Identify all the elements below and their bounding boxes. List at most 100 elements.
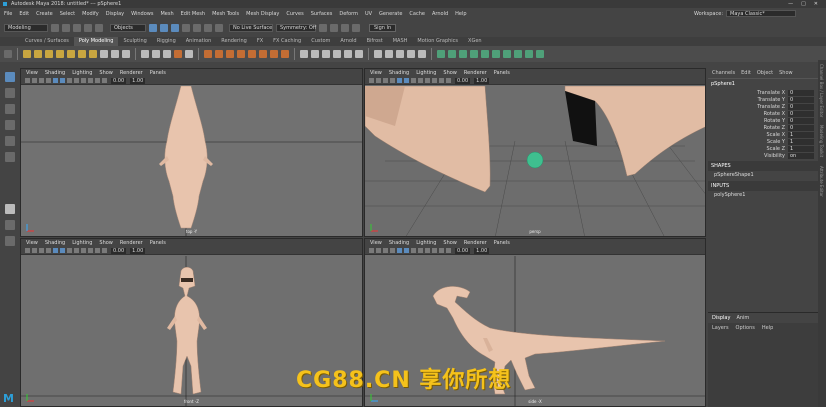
side-tab-channel-box[interactable]: Channel Box / Layer Editor: [818, 60, 825, 121]
select-tool-icon[interactable]: [4, 72, 15, 82]
poly-plane-icon[interactable]: [78, 50, 86, 58]
panel-menu-view[interactable]: View: [26, 70, 38, 76]
rotate-tool-icon[interactable]: [4, 136, 15, 146]
layers-menu[interactable]: Layers: [712, 325, 729, 331]
isolate-select-icon[interactable]: [439, 248, 444, 253]
shelf-tab-curves-surfaces[interactable]: Curves / Surfaces: [20, 37, 74, 46]
ambient-occlusion-icon[interactable]: [88, 78, 93, 83]
scale-tool-icon[interactable]: [4, 152, 15, 162]
bookmark-icon[interactable]: [376, 248, 381, 253]
xray-icon[interactable]: [102, 78, 107, 83]
menu-generate[interactable]: Generate: [379, 11, 402, 17]
undo-icon[interactable]: [84, 24, 92, 32]
unfold-uv-icon[interactable]: [514, 50, 522, 58]
cut-uv-icon[interactable]: [492, 50, 500, 58]
render-icon[interactable]: [319, 24, 327, 32]
attribute-row[interactable]: Translate Y0: [708, 96, 818, 103]
grid-toggle-icon[interactable]: [46, 248, 51, 253]
extrude-icon[interactable]: [204, 50, 212, 58]
menu-create[interactable]: Create: [36, 11, 53, 17]
outliner-layout-icon[interactable]: [4, 236, 15, 246]
smooth-shade-icon[interactable]: [60, 248, 65, 253]
lights-icon[interactable]: [418, 78, 423, 83]
smooth-shade-icon[interactable]: [60, 78, 65, 83]
panel-menu-renderer[interactable]: Renderer: [464, 70, 487, 76]
attribute-row[interactable]: Rotate X0: [708, 110, 818, 117]
panel-menu-show[interactable]: Show: [99, 240, 113, 246]
shelf-tab-mash[interactable]: MASH: [388, 37, 413, 46]
separate-icon[interactable]: [152, 50, 160, 58]
attribute-row[interactable]: Translate Z0: [708, 103, 818, 110]
attribute-value-field[interactable]: 0: [788, 117, 814, 124]
menu-select[interactable]: Select: [60, 11, 75, 17]
panel-menu-show[interactable]: Show: [443, 240, 457, 246]
shadows-icon[interactable]: [425, 248, 430, 253]
panel-menu-shading[interactable]: Shading: [389, 240, 409, 246]
fill-hole-icon[interactable]: [248, 50, 256, 58]
poly-text-icon[interactable]: [111, 50, 119, 58]
textured-icon[interactable]: [67, 78, 72, 83]
shelf-tab-xgen[interactable]: XGen: [463, 37, 487, 46]
shadows-icon[interactable]: [81, 78, 86, 83]
panel-menu-lighting[interactable]: Lighting: [72, 240, 92, 246]
smooth-shade-icon[interactable]: [404, 78, 409, 83]
panel-menu-view[interactable]: View: [26, 240, 38, 246]
attribute-value-field[interactable]: 1: [788, 145, 814, 152]
sew-uv-icon[interactable]: [503, 50, 511, 58]
bookmark-icon[interactable]: [32, 248, 37, 253]
wireframe-icon[interactable]: [53, 78, 58, 83]
isolate-select-icon[interactable]: [439, 78, 444, 83]
move-tool-icon[interactable]: [4, 120, 15, 130]
shelf-tab-rendering[interactable]: Rendering: [216, 37, 252, 46]
viewport-persp[interactable]: View Shading Lighting Show Renderer Pane…: [364, 68, 706, 237]
snap-point-icon[interactable]: [204, 24, 212, 32]
lights-icon[interactable]: [74, 248, 79, 253]
menu-curves[interactable]: Curves: [286, 11, 303, 17]
menu-cache[interactable]: Cache: [409, 11, 425, 17]
ambient-occlusion-icon[interactable]: [432, 248, 437, 253]
hypershade-icon[interactable]: [352, 24, 360, 32]
snap-grid-icon[interactable]: [182, 24, 190, 32]
poly-sphere-icon[interactable]: [23, 50, 31, 58]
xray-icon[interactable]: [102, 248, 107, 253]
selected-object-name[interactable]: pSphere1: [708, 79, 818, 89]
symmetry-dropdown[interactable]: Symmetry: Off: [276, 24, 316, 32]
selection-mode-dropdown[interactable]: Objects: [110, 24, 146, 32]
menu-edit-mesh[interactable]: Edit Mesh: [181, 11, 205, 17]
edit-menu[interactable]: Edit: [741, 70, 751, 76]
menu-display[interactable]: Display: [106, 11, 124, 17]
panel-menu-view[interactable]: View: [370, 70, 382, 76]
cylindrical-map-icon[interactable]: [448, 50, 456, 58]
target-weld-icon[interactable]: [311, 50, 319, 58]
ambient-occlusion-icon[interactable]: [432, 78, 437, 83]
attribute-value-field[interactable]: 1: [788, 138, 814, 145]
quad-draw-icon[interactable]: [333, 50, 341, 58]
maximize-button[interactable]: □: [801, 1, 806, 7]
offset-edge-loop-icon[interactable]: [355, 50, 363, 58]
platonic-solid-icon[interactable]: [100, 50, 108, 58]
panel-menu-renderer[interactable]: Renderer: [120, 70, 143, 76]
grid-toggle-icon[interactable]: [390, 78, 395, 83]
camera-attributes-icon[interactable]: [25, 78, 30, 83]
smooth-icon[interactable]: [163, 50, 171, 58]
exposure-field[interactable]: 0.00: [455, 247, 471, 254]
mirror-icon[interactable]: [185, 50, 193, 58]
svg-icon[interactable]: [122, 50, 130, 58]
live-surface-field[interactable]: No Live Surface: [229, 24, 273, 32]
image-plane-icon[interactable]: [39, 248, 44, 253]
shelf-tab-arnold[interactable]: Arnold: [335, 37, 361, 46]
attribute-row[interactable]: Scale X1: [708, 131, 818, 138]
camera-attributes-icon[interactable]: [369, 78, 374, 83]
grid-toggle-icon[interactable]: [46, 78, 51, 83]
poly-cone-icon[interactable]: [56, 50, 64, 58]
isolate-select-icon[interactable]: [95, 248, 100, 253]
side-tab-modeling-toolkit[interactable]: Modeling Toolkit: [818, 121, 825, 161]
shelf-tab-custom[interactable]: Custom: [306, 37, 335, 46]
panel-menu-show[interactable]: Show: [99, 70, 113, 76]
menu-mesh-display[interactable]: Mesh Display: [246, 11, 279, 17]
panel-menu-shading[interactable]: Shading: [45, 70, 65, 76]
planar-map-icon[interactable]: [437, 50, 445, 58]
connect-icon[interactable]: [322, 50, 330, 58]
panel-menu-shading[interactable]: Shading: [389, 70, 409, 76]
tab-display[interactable]: Display: [712, 315, 730, 321]
